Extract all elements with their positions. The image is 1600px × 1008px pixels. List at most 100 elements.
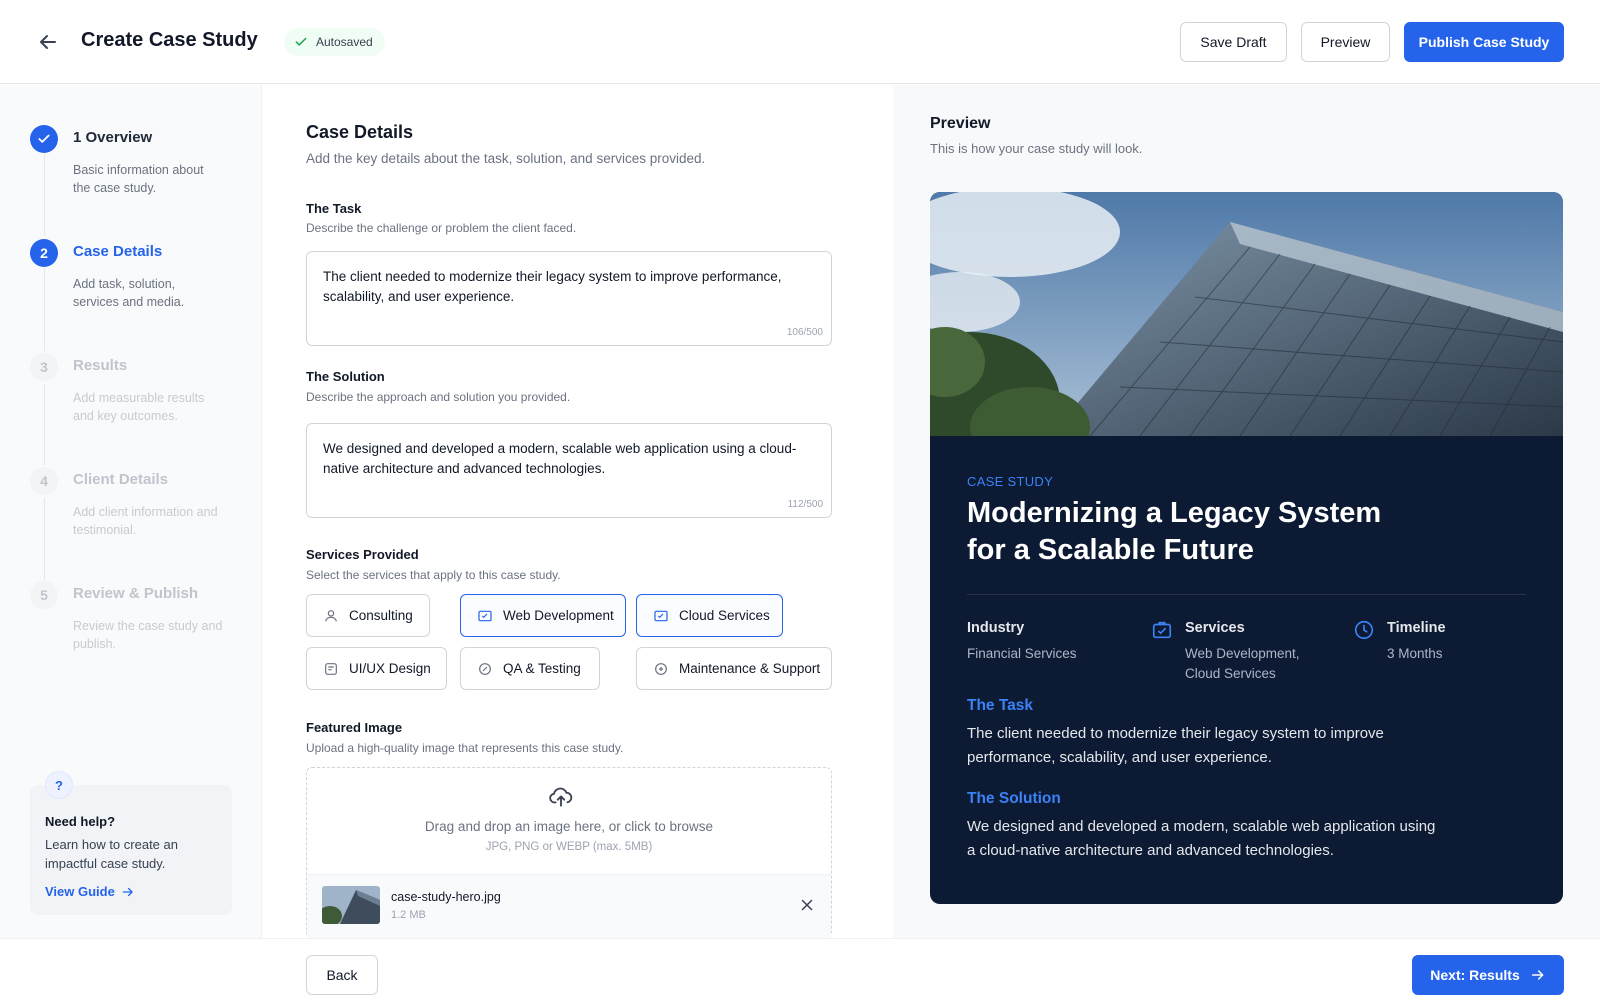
timeline-label: Timeline: [1387, 620, 1446, 636]
step-title: Client Details: [73, 471, 169, 488]
chip-label: QA & Testing: [503, 661, 581, 676]
uploaded-file-row: case-study-hero.jpg 1.2 MB: [307, 874, 831, 938]
services-help: Select the services that apply to this c…: [306, 568, 561, 582]
solution-text: We designed and developed a modern, scal…: [323, 441, 797, 476]
card-divider: [967, 594, 1526, 595]
step-title: Case Details: [73, 243, 163, 260]
image-dropzone[interactable]: Drag and drop an image here, or click to…: [306, 767, 832, 938]
save-draft-button[interactable]: Save Draft: [1180, 22, 1287, 62]
preview-task-heading: The Task: [967, 697, 1034, 714]
step-number: 5: [30, 581, 58, 609]
step-description: Add client information and testimonial.: [73, 505, 218, 537]
arrow-right-icon: [122, 887, 133, 896]
chip-label: Web Development: [503, 608, 614, 623]
step-description: Add measurable results and key outcomes.: [73, 391, 205, 423]
meta-industry: Industry Financial Services: [967, 620, 1077, 664]
testing-icon: [479, 662, 491, 675]
service-chip-ui-ux-design[interactable]: UI/UX Design: [306, 647, 447, 690]
step-title: Results: [73, 357, 128, 374]
step-complete-check-icon: [30, 125, 58, 153]
help-text: Learn how to create an impactful case st…: [45, 837, 178, 871]
close-icon[interactable]: [798, 896, 816, 914]
step-number: 3: [30, 353, 58, 381]
service-chip-consulting[interactable]: Consulting: [306, 594, 430, 637]
preview-solution-text: We designed and developed a modern, scal…: [967, 818, 1436, 859]
section-subtitle: Add the key details about the task, solu…: [306, 151, 706, 166]
check-icon: [295, 37, 307, 46]
consulting-icon: [325, 609, 337, 622]
autosave-label: Autosaved: [316, 35, 373, 49]
upload-cloud-icon: [549, 787, 573, 807]
solution-textarea[interactable]: We designed and developed a modern, scal…: [306, 423, 832, 518]
view-guide-label: View Guide: [45, 884, 115, 899]
step-connector: [44, 154, 45, 236]
meta-services: Services Web Development, Cloud Services: [1152, 620, 1335, 684]
dropzone-text: Drag and drop an image here, or click to…: [424, 819, 714, 834]
case-study-title: Modernizing a Legacy System for a Scalab…: [967, 497, 1382, 566]
preview-solution-heading: The Solution: [967, 790, 1061, 807]
industry-label: Industry: [967, 620, 1025, 636]
timeline-value: 3 Months: [1387, 646, 1443, 661]
featured-image-label: Featured Image: [306, 720, 403, 735]
step-description: Review the case study and publish.: [73, 619, 223, 651]
service-chip-maintenance-support[interactable]: Maintenance & Support: [636, 647, 832, 690]
featured-image-help: Upload a high-quality image that represe…: [306, 741, 624, 755]
preview-subtitle: This is how your case study will look.: [930, 141, 1143, 156]
step-number: 2: [30, 239, 58, 267]
chip-label: UI/UX Design: [349, 661, 431, 676]
task-label: The Task: [306, 201, 362, 216]
file-size: 1.2 MB: [391, 909, 426, 921]
back-arrow-icon[interactable]: [36, 30, 60, 54]
meta-timeline: Timeline 3 Months: [1354, 620, 1446, 664]
chip-label: Cloud Services: [679, 608, 770, 623]
steps-sidebar: 1 Overview Basic information about the c…: [0, 85, 262, 938]
section-title: Case Details: [306, 122, 414, 142]
help-question-icon: ?: [45, 771, 73, 799]
publish-button[interactable]: Publish Case Study: [1404, 22, 1564, 62]
web-development-icon: [478, 610, 492, 621]
view-guide-link[interactable]: View Guide: [45, 884, 135, 899]
solution-char-counter: 112/500: [787, 499, 823, 510]
dropzone-hint: JPG, PNG or WEBP (max. 5MB): [485, 841, 653, 853]
footer-bar: Back Next: Results: [0, 938, 1600, 1008]
service-chip-web-development[interactable]: Web Development: [460, 594, 626, 637]
case-study-kicker: CASE STUDY: [967, 474, 1054, 489]
case-study-card: CASE STUDY Modernizing a Legacy System f…: [930, 192, 1563, 904]
page-title: Create Case Study: [81, 29, 258, 51]
step-connector: [44, 384, 45, 465]
step-title: Review & Publish: [73, 585, 199, 602]
service-chip-qa-testing[interactable]: QA & Testing: [460, 647, 600, 690]
file-thumbnail: [322, 886, 380, 924]
industry-value: Financial Services: [967, 646, 1077, 661]
help-card: ? Need help? Learn how to create an impa…: [30, 771, 232, 915]
chip-label: Consulting: [349, 608, 413, 623]
preview-button[interactable]: Preview: [1301, 22, 1390, 62]
preview-task-text: The client needed to modernize their leg…: [967, 725, 1384, 766]
chip-label: Maintenance & Support: [679, 661, 821, 676]
step-title: 1 Overview: [73, 129, 153, 146]
design-icon: [325, 662, 337, 675]
next-results-button[interactable]: Next: Results: [1412, 955, 1564, 995]
task-help: Describe the challenge or problem the cl…: [306, 221, 577, 235]
step-connector: [44, 268, 45, 351]
preview-title: Preview: [930, 115, 991, 132]
solution-label: The Solution: [306, 369, 385, 384]
file-name: case-study-hero.jpg: [391, 890, 501, 904]
services-label: Services Provided: [306, 547, 419, 562]
autosave-status: Autosaved: [284, 28, 385, 56]
next-results-label: Next: Results: [1430, 967, 1520, 983]
arrow-right-icon: [1531, 970, 1544, 980]
case-details-form: Case Details Add the key details about t…: [263, 85, 893, 938]
services-label: Services: [1185, 620, 1245, 636]
back-button[interactable]: Back: [306, 955, 378, 995]
services-value: Web Development, Cloud Services: [1185, 646, 1300, 681]
top-bar: Create Case Study Autosaved Save Draft P…: [0, 0, 1600, 84]
step-number: 4: [30, 467, 58, 495]
support-icon: [655, 662, 667, 675]
solution-help: Describe the approach and solution you p…: [306, 390, 571, 404]
briefcase-icon: [1152, 621, 1172, 639]
task-textarea[interactable]: The client needed to modernize their leg…: [306, 251, 832, 346]
hero-image: [930, 192, 1563, 436]
step-description: Basic information about the case study.: [73, 163, 204, 195]
service-chip-cloud-services[interactable]: Cloud Services: [636, 594, 783, 637]
